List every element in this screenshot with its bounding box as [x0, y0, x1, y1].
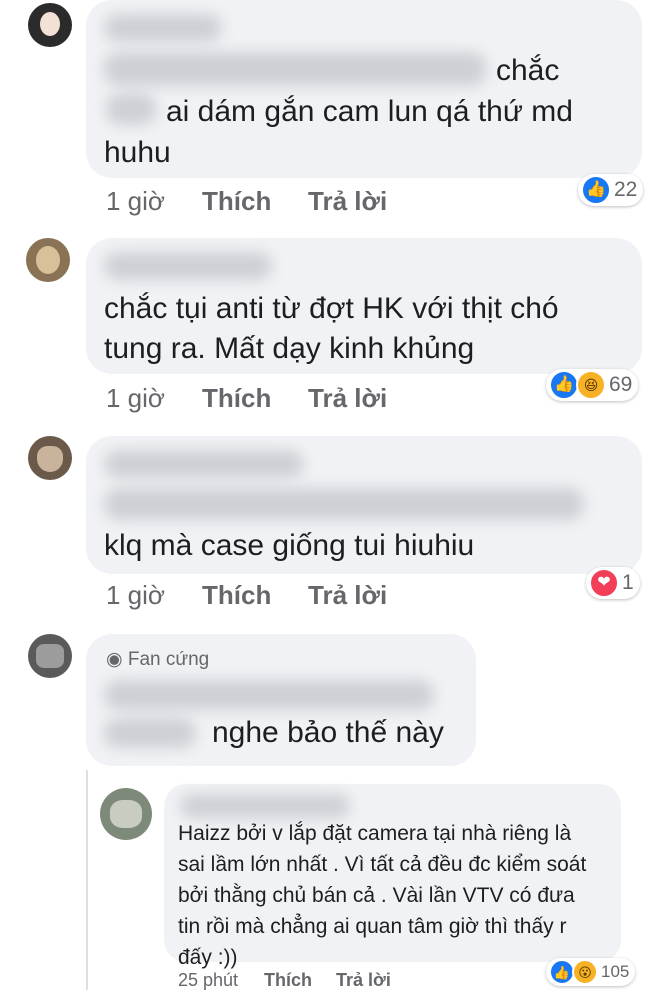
reply-text-line: bởi thằng chủ bán cả . Vài lần VTV có đư…	[178, 884, 575, 907]
like-button[interactable]: Thích	[202, 383, 271, 414]
haha-reaction-icon: 😆	[576, 370, 606, 400]
comment-timestamp[interactable]: 1 giờ	[106, 580, 165, 611]
blurred-text	[104, 718, 196, 748]
avatar[interactable]	[26, 238, 70, 282]
reply-text-line: tin rồi mà chẳng ai quan tâm giờ thì thấ…	[178, 915, 567, 938]
reply-button[interactable]: Trả lời	[336, 970, 391, 991]
blurred-author-name	[104, 14, 222, 42]
badge-label: Fan cứng	[127, 649, 210, 670]
comment-text-line: chắc tụi anti từ đợt HK với thịt chó	[104, 292, 559, 325]
comment-text-line: tung ra. Mất dạy kinh khủng	[104, 332, 475, 365]
avatar[interactable]	[28, 3, 72, 47]
avatar[interactable]	[100, 788, 152, 840]
reply-button[interactable]: Trả lời	[308, 580, 387, 611]
reaction-summary[interactable]: ❤ 1	[586, 567, 640, 599]
fan-badge: ◉ Fan cứng	[106, 648, 209, 671]
reaction-count: 22	[614, 178, 638, 201]
reply-text-line: đấy :))	[178, 946, 238, 969]
reaction-count: 1	[622, 571, 634, 594]
comment-text-line: chắc	[496, 54, 560, 87]
reaction-count: 69	[609, 373, 633, 396]
blurred-text	[104, 488, 584, 520]
like-button[interactable]: Thích	[202, 580, 271, 611]
like-button[interactable]: Thích	[264, 970, 312, 991]
comment-text-line: ai dám gắn cam lun qá thứ md	[166, 95, 573, 128]
avatar-face-icon	[40, 12, 60, 36]
reaction-summary[interactable]: 👍 22	[578, 174, 644, 206]
avatar-photo-icon	[36, 246, 60, 274]
comment-timestamp[interactable]: 1 giờ	[106, 186, 165, 217]
comment-text-line: huhu	[104, 136, 171, 169]
reaction-summary[interactable]: 👍 😆 69	[546, 369, 639, 401]
avatar[interactable]	[28, 436, 72, 480]
comment-timestamp[interactable]: 1 giờ	[106, 383, 165, 414]
blurred-author-name	[180, 794, 350, 818]
blurred-text	[104, 52, 486, 86]
comment-text-line: nghe bảo thế này	[212, 716, 444, 749]
reaction-count: 105	[601, 962, 630, 981]
reply-button[interactable]: Trả lời	[308, 383, 387, 414]
thread-divider	[86, 770, 88, 990]
blurred-text	[104, 680, 434, 710]
reply-text-line: Haizz bởi v lắp đặt camera tại nhà riêng…	[178, 822, 572, 845]
love-reaction-icon: ❤	[589, 568, 619, 598]
like-reaction-icon: 👍	[581, 175, 611, 205]
like-button[interactable]: Thích	[202, 186, 271, 217]
reply-button[interactable]: Trả lời	[308, 186, 387, 217]
blurred-text	[106, 93, 156, 125]
avatar-photo-icon	[36, 644, 64, 668]
comment-text-line: klq mà case giống tui hiuhiu	[104, 529, 475, 562]
wow-reaction-icon: 😮	[572, 959, 598, 985]
avatar-photo-icon	[37, 446, 63, 472]
reply-text-line: sai lầm lớn nhất . Vì tất cả đều đc kiểm…	[178, 853, 587, 876]
blurred-author-name	[104, 252, 272, 280]
blurred-author-name	[104, 450, 304, 478]
badge-icon: ◉	[106, 649, 123, 670]
avatar[interactable]	[28, 634, 72, 678]
reply-timestamp[interactable]: 25 phút	[178, 970, 238, 991]
like-reaction-icon: 👍	[549, 370, 579, 400]
avatar-photo-icon	[110, 800, 142, 828]
reaction-summary[interactable]: 👍 😮 105	[546, 958, 636, 986]
